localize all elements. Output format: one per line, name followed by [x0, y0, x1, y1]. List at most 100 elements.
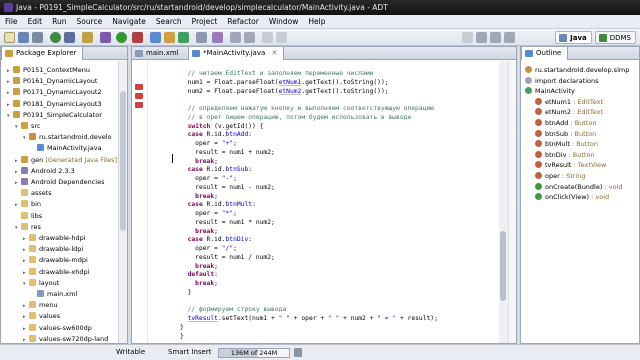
- outline-item[interactable]: oper : String: [535, 171, 586, 181]
- menu-source[interactable]: Source: [71, 15, 107, 29]
- menu-refactor[interactable]: Refactor: [222, 15, 263, 29]
- outline-item[interactable]: onCreate(Bundle) : void: [535, 182, 622, 192]
- perspective-java[interactable]: Java: [555, 31, 592, 44]
- code-line[interactable]: // читаем EditText и заполняем переменны…: [180, 69, 374, 78]
- prev-annotation-icon[interactable]: [230, 32, 241, 43]
- heap-status[interactable]: 136M of 244M: [218, 348, 290, 358]
- code-line[interactable]: break;: [180, 227, 218, 236]
- code-line[interactable]: // в oper пишем операцию, потом будем ис…: [180, 113, 412, 122]
- code-line[interactable]: num2 = Float.parseFloat(etNum2.getText()…: [180, 87, 389, 96]
- android-sdk-icon[interactable]: [50, 32, 61, 43]
- tab-main-xml[interactable]: main.xml: [132, 47, 185, 60]
- package-tree-item[interactable]: libs: [15, 211, 42, 221]
- back-icon[interactable]: [262, 32, 273, 43]
- package-tree-item[interactable]: ▾ ru.startandroid.develo: [23, 132, 111, 142]
- menu-run[interactable]: Run: [47, 15, 71, 29]
- code-line[interactable]: oper = "*";: [180, 209, 237, 218]
- code-line[interactable]: case R.id.btnDiv:: [180, 235, 252, 244]
- code-line[interactable]: }: [180, 332, 184, 341]
- code-line[interactable]: case R.id.btnMult:: [180, 200, 256, 209]
- overview-ruler[interactable]: [508, 61, 516, 343]
- menu-project[interactable]: Project: [187, 15, 223, 29]
- perspective-ddms[interactable]: DDMS: [594, 31, 636, 44]
- new-class-icon[interactable]: [178, 32, 189, 43]
- code-line[interactable]: result = num1 / num2;: [180, 253, 275, 262]
- editor-scrollbar[interactable]: [499, 61, 508, 343]
- outline-item[interactable]: MainActivity: [525, 86, 575, 96]
- package-tree-item[interactable]: ▸ drawable-xhdpi: [23, 267, 89, 277]
- scrollbar-thumb[interactable]: [120, 91, 126, 231]
- code-line[interactable]: break;: [180, 279, 218, 288]
- menu-help[interactable]: Help: [303, 15, 330, 29]
- new-icon[interactable]: [4, 32, 15, 43]
- code-line[interactable]: break;: [180, 192, 218, 201]
- package-tree-item[interactable]: ▸ P0181_DynamicLayout3: [7, 99, 102, 109]
- debug-icon[interactable]: [100, 32, 111, 43]
- package-tree-item[interactable]: ▸ drawable-hdpi: [23, 233, 86, 243]
- package-tree-item[interactable]: assets: [15, 188, 52, 198]
- print-icon[interactable]: [32, 32, 43, 43]
- code-line[interactable]: default:: [180, 270, 218, 279]
- package-tree-item[interactable]: ▸ values-sw600dp: [23, 323, 92, 333]
- package-tree-item[interactable]: ▸ bin: [15, 199, 41, 209]
- package-explorer-scrollbar[interactable]: [118, 61, 127, 343]
- avd-manager-icon[interactable]: [64, 32, 75, 43]
- tab-outline[interactable]: Outline: [521, 47, 569, 60]
- run-icon[interactable]: [116, 32, 127, 43]
- package-tree-item[interactable]: ▸ P0171_DynamicLayout2: [7, 87, 102, 97]
- package-tree-item[interactable]: ▸ Android Dependencies: [15, 177, 104, 187]
- code-line[interactable]: // определяем нажатую кнопку и выполняем…: [180, 104, 434, 113]
- package-tree-item[interactable]: MainActivity.java: [31, 143, 102, 153]
- toolbar-overflow-icon[interactable]: [504, 32, 515, 43]
- package-tree-item[interactable]: ▸ Android 2.3.3: [15, 166, 75, 176]
- open-type-icon[interactable]: [196, 32, 207, 43]
- error-marker-icon[interactable]: [135, 93, 143, 99]
- new-package-icon[interactable]: [164, 32, 175, 43]
- menu-window[interactable]: Window: [264, 15, 304, 29]
- package-tree-item[interactable]: main.xml: [31, 289, 77, 299]
- code-area[interactable]: // читаем EditText и заполняем переменны…: [180, 61, 490, 343]
- outline-item[interactable]: btnDiv : Button: [535, 150, 595, 160]
- outline-item[interactable]: btnAdd : Button: [535, 118, 597, 128]
- package-tree-item[interactable]: ▾ P0191_SimpleCalculator: [7, 110, 102, 120]
- error-marker-icon[interactable]: [135, 84, 143, 90]
- package-tree-item[interactable]: ▾ src: [15, 121, 41, 131]
- outline-item[interactable]: etNum1 : EditText: [535, 97, 603, 107]
- code-line[interactable]: switch (v.getId()) {: [180, 122, 264, 131]
- code-line[interactable]: case R.id.btnSub:: [180, 165, 252, 174]
- outline-item[interactable]: ru.startandroid.develop.simp: [525, 65, 629, 75]
- code-line[interactable]: case R.id.btnAdd:: [180, 130, 252, 139]
- code-line[interactable]: // формируем строку вывода: [180, 305, 287, 314]
- package-tree-item[interactable]: ▸ P0151_ContextMenu: [7, 65, 90, 75]
- outline-item[interactable]: onClick(View) : void: [535, 192, 609, 202]
- code-line[interactable]: }: [180, 288, 192, 297]
- package-tree-item[interactable]: ▸ values-sw720dp-land: [23, 334, 108, 343]
- menu-search[interactable]: Search: [151, 15, 187, 29]
- outline-item[interactable]: btnMult : Button: [535, 139, 598, 149]
- package-tree-item[interactable]: ▸ values: [23, 311, 60, 321]
- open-perspective-icon[interactable]: [462, 32, 473, 43]
- save-icon[interactable]: [18, 32, 29, 43]
- outline-item[interactable]: import declarations: [525, 76, 599, 86]
- package-tree-item[interactable]: ▸ drawable-mdpi: [23, 255, 88, 265]
- close-tab-icon[interactable]: ✕: [272, 49, 278, 57]
- customize-icon[interactable]: [490, 32, 501, 43]
- lint-icon[interactable]: [82, 32, 93, 43]
- run-gc-icon[interactable]: [294, 348, 302, 357]
- scrollbar-thumb[interactable]: [500, 231, 506, 301]
- code-line[interactable]: result = num1 * num2;: [180, 218, 275, 227]
- package-tree-item[interactable]: ▸ drawable-ldpi: [23, 244, 83, 254]
- outline-item[interactable]: tvResult : TextView: [535, 160, 606, 170]
- external-tools-icon[interactable]: [132, 32, 143, 43]
- outline-item[interactable]: etNum2 : EditText: [535, 107, 603, 117]
- code-line[interactable]: result = num1 - num2;: [180, 183, 275, 192]
- next-annotation-icon[interactable]: [244, 32, 255, 43]
- code-line[interactable]: break;: [180, 262, 218, 271]
- tab-package-explorer[interactable]: Package Explorer: [1, 47, 84, 60]
- package-tree-item[interactable]: ▸ P0161_DynamicLayout: [7, 76, 97, 86]
- package-tree-item[interactable]: ▸ menu: [23, 300, 58, 310]
- forward-icon[interactable]: [276, 32, 287, 43]
- package-tree-item[interactable]: ▸ gen [Generated Java Files]: [15, 155, 117, 165]
- code-line[interactable]: }: [180, 323, 184, 332]
- code-line[interactable]: oper = "/";: [180, 244, 237, 253]
